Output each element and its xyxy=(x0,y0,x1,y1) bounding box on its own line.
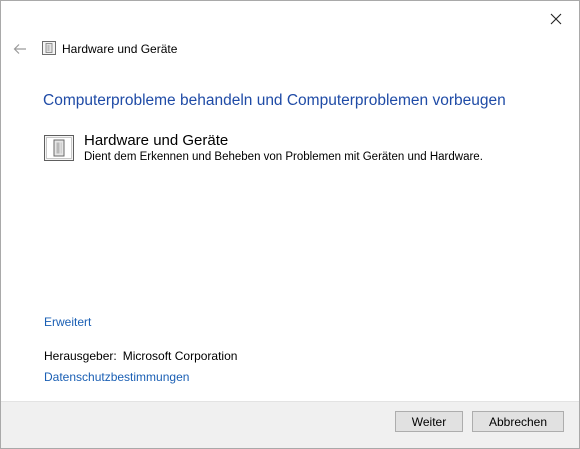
hardware-device-icon xyxy=(44,135,74,161)
footer-bar: Weiter Abbrechen xyxy=(1,401,579,448)
item-description: Dient dem Erkennen und Beheben von Probl… xyxy=(84,151,483,163)
window-title: Hardware und Geräte xyxy=(62,42,178,56)
next-button[interactable]: Weiter xyxy=(395,411,463,432)
publisher-row: Herausgeber: Microsoft Corporation xyxy=(44,349,237,363)
cancel-button[interactable]: Abbrechen xyxy=(472,411,564,432)
item-title: Hardware und Geräte xyxy=(84,132,229,149)
hardware-device-icon xyxy=(42,41,56,55)
page-heading: Computerprobleme behandeln und Computerp… xyxy=(43,92,506,109)
title-bar: Hardware und Geräte xyxy=(1,37,579,61)
next-button-label: Weiter xyxy=(411,414,447,429)
close-button[interactable] xyxy=(537,5,575,33)
close-icon xyxy=(550,13,562,25)
troubleshooter-item: Hardware und Geräte Dient dem Erkennen u… xyxy=(43,131,543,163)
privacy-link[interactable]: Datenschutzbestimmungen xyxy=(44,370,189,384)
cancel-button-label: Abbrechen xyxy=(488,414,548,429)
publisher-label: Herausgeber: xyxy=(44,349,117,363)
troubleshooter-window: Hardware und Geräte Computerprobleme beh… xyxy=(0,0,580,449)
back-arrow-icon xyxy=(13,44,26,54)
back-button[interactable] xyxy=(10,39,30,59)
publisher-value: Microsoft Corporation xyxy=(122,349,238,363)
advanced-link[interactable]: Erweitert xyxy=(44,315,91,329)
